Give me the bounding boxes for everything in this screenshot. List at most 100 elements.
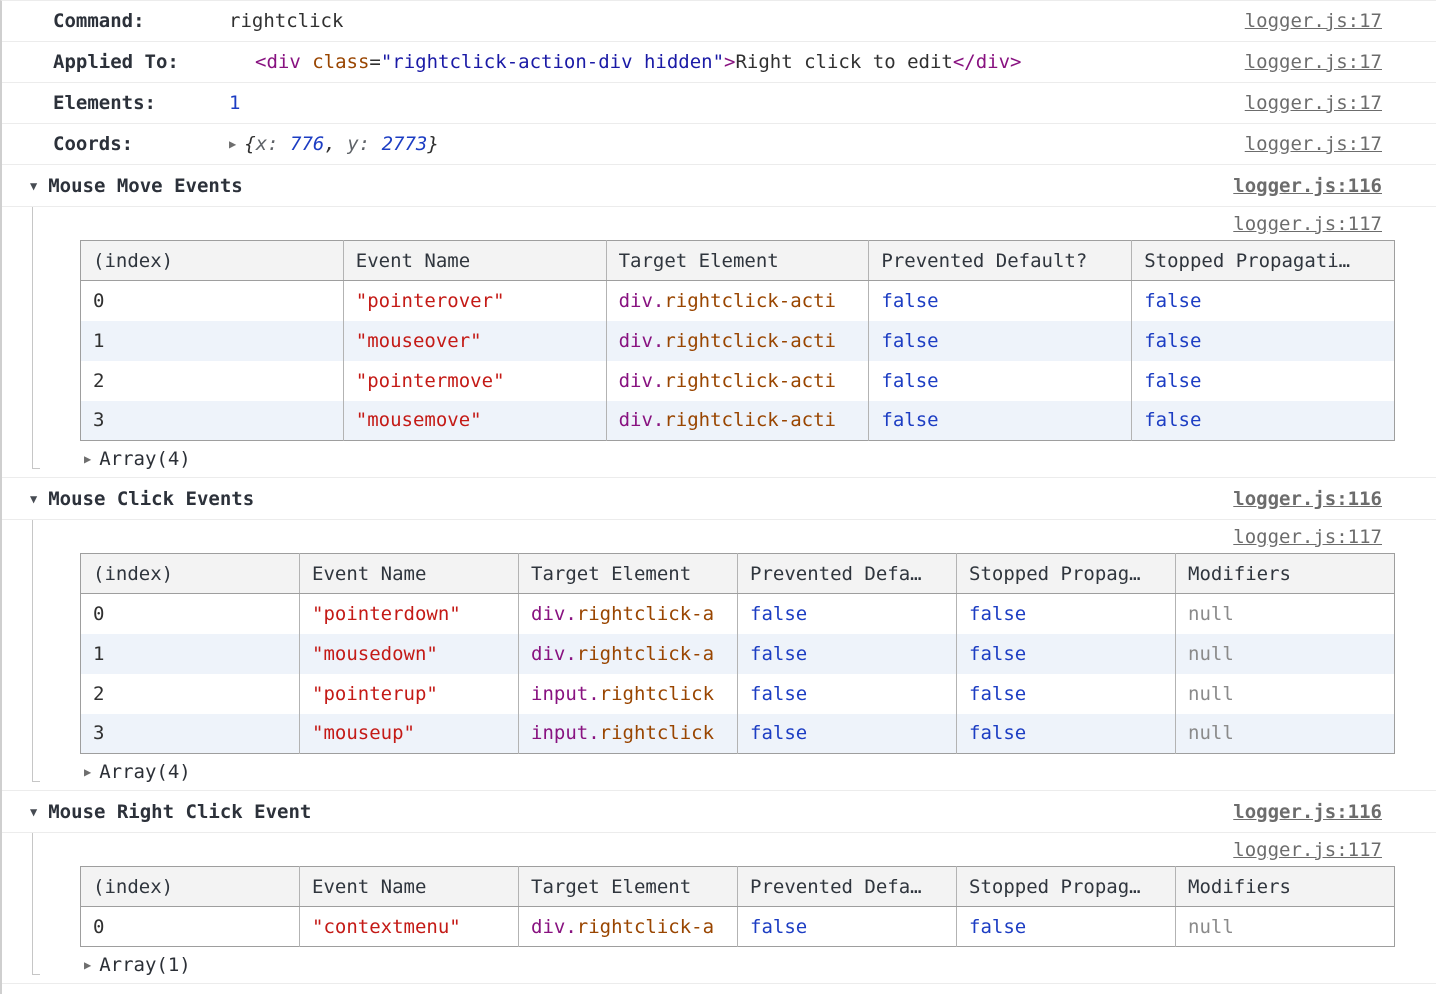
elements-count: 1: [229, 92, 240, 114]
group-body-mouse-move-events: logger.js:117 (index) Event Name Target …: [2, 207, 1436, 478]
cell-index: 1: [81, 634, 300, 674]
table-row: 3 "mouseup" input.rightclick false false…: [81, 714, 1395, 754]
column-header-modifiers[interactable]: Modifiers: [1176, 867, 1395, 907]
command-value: rightclick: [229, 10, 343, 32]
source-link[interactable]: logger.js:117: [1233, 526, 1382, 548]
column-header-prevented-default[interactable]: Prevented Default?: [869, 241, 1132, 281]
cell-stopped-propagation: false: [1132, 361, 1395, 401]
attribute-value: "rightclick-action-div hidden": [381, 51, 724, 73]
source-link[interactable]: logger.js:117: [1233, 839, 1382, 861]
console-entry-applied-to: Applied To: <div class="rightclick-actio…: [2, 42, 1436, 83]
cell-event-name: "mousedown": [300, 634, 519, 674]
array-label: Array(1): [99, 954, 191, 976]
column-header-event-name[interactable]: Event Name: [343, 241, 606, 281]
cell-stopped-propagation: false: [957, 634, 1176, 674]
elements-label: Elements:: [53, 92, 229, 114]
column-header-event-name[interactable]: Event Name: [300, 867, 519, 907]
y-value: 2773: [382, 133, 428, 155]
y-key: y:: [347, 133, 381, 155]
cell-event-name: "pointerdown": [300, 594, 519, 634]
column-header-target-element[interactable]: Target Element: [519, 867, 738, 907]
source-link[interactable]: logger.js:17: [1245, 51, 1382, 73]
cell-target-element: input.rightclick: [519, 674, 738, 714]
equals-sign: =: [369, 51, 380, 73]
group-body-mouse-right-click-event: logger.js:117 (index) Event Name Target …: [2, 833, 1436, 984]
cell-prevented-default: false: [738, 634, 957, 674]
open-tag: <div: [255, 51, 312, 73]
source-link[interactable]: logger.js:17: [1245, 92, 1382, 114]
expand-triangle-icon[interactable]: ▶: [229, 137, 236, 151]
array-summary[interactable]: ▶ Array(4): [2, 441, 1436, 477]
column-header-stopped-propagation[interactable]: Stopped Propag…: [957, 554, 1176, 594]
close-tag: </div>: [953, 51, 1022, 73]
cell-index: 2: [81, 361, 344, 401]
column-header-prevented-default[interactable]: Prevented Defa…: [738, 554, 957, 594]
cell-modifiers: null: [1176, 714, 1395, 754]
table-header-row: (index) Event Name Target Element Preven…: [81, 554, 1395, 594]
expand-triangle-icon[interactable]: ▶: [84, 765, 91, 779]
attribute-name: class: [312, 51, 369, 73]
devtools-console-panel: Command: rightclick logger.js:17 Applied…: [0, 0, 1436, 994]
expand-triangle-icon[interactable]: ▶: [84, 958, 91, 972]
cell-index: 2: [81, 674, 300, 714]
mouse-click-events-table: (index) Event Name Target Element Preven…: [80, 553, 1395, 754]
x-key: x:: [256, 133, 290, 155]
coords-label: Coords:: [53, 133, 229, 155]
group-header-mouse-click-events[interactable]: ▼ Mouse Click Events logger.js:116: [2, 478, 1436, 520]
array-summary[interactable]: ▶ Array(1): [2, 947, 1436, 983]
table-row: 0 "pointerover" div.rightclick-acti fals…: [81, 281, 1395, 321]
column-header-target-element[interactable]: Target Element: [519, 554, 738, 594]
table-row: 0 "contextmenu" div.rightclick-a false f…: [81, 907, 1395, 947]
column-header-prevented-default[interactable]: Prevented Defa…: [738, 867, 957, 907]
table-header-row: (index) Event Name Target Element Preven…: [81, 867, 1395, 907]
cell-index: 3: [81, 714, 300, 754]
collapse-triangle-icon[interactable]: ▼: [30, 179, 37, 193]
array-label: Array(4): [99, 761, 191, 783]
applied-element-preview[interactable]: <div class="rightclick-action-div hidden…: [255, 51, 1021, 73]
cell-prevented-default: false: [869, 321, 1132, 361]
column-header-modifiers[interactable]: Modifiers: [1176, 554, 1395, 594]
source-link[interactable]: logger.js:116: [1233, 801, 1382, 823]
element-inner-text: Right click to edit: [735, 51, 952, 73]
cell-stopped-propagation: false: [1132, 281, 1395, 321]
group-header-mouse-right-click-event[interactable]: ▼ Mouse Right Click Event logger.js:116: [2, 791, 1436, 833]
array-summary[interactable]: ▶ Array(4): [2, 754, 1436, 790]
cell-index: 1: [81, 321, 344, 361]
group-header-mouse-move-events[interactable]: ▼ Mouse Move Events logger.js:116: [2, 165, 1436, 207]
cell-target-element: div.rightclick-a: [519, 634, 738, 674]
expand-triangle-icon[interactable]: ▶: [84, 452, 91, 466]
cell-prevented-default: false: [738, 594, 957, 634]
source-link[interactable]: logger.js:117: [1233, 213, 1382, 235]
cell-prevented-default: false: [738, 674, 957, 714]
collapse-triangle-icon[interactable]: ▼: [30, 805, 37, 819]
x-value: 776: [290, 133, 324, 155]
cell-stopped-propagation: false: [957, 714, 1176, 754]
column-header-stopped-propagation[interactable]: Stopped Propag…: [957, 867, 1176, 907]
column-header-index[interactable]: (index): [81, 241, 344, 281]
mouse-move-events-table: (index) Event Name Target Element Preven…: [80, 240, 1395, 441]
table-source-row: logger.js:117: [2, 833, 1436, 866]
cell-prevented-default: false: [738, 907, 957, 947]
column-header-index[interactable]: (index): [81, 554, 300, 594]
coords-object-preview[interactable]: {x: 776, y: 2773}: [244, 133, 439, 155]
collapse-triangle-icon[interactable]: ▼: [30, 492, 37, 506]
cell-prevented-default: false: [869, 361, 1132, 401]
column-header-event-name[interactable]: Event Name: [300, 554, 519, 594]
source-link[interactable]: logger.js:116: [1233, 175, 1382, 197]
cell-target-element: div.rightclick-acti: [606, 281, 869, 321]
mouse-right-click-event-table: (index) Event Name Target Element Preven…: [80, 866, 1395, 947]
cell-target-element: div.rightclick-a: [519, 907, 738, 947]
column-header-stopped-propagation[interactable]: Stopped Propagati…: [1132, 241, 1395, 281]
cell-event-name: "mouseup": [300, 714, 519, 754]
console-entry-elements: Elements: 1 logger.js:17: [2, 83, 1436, 124]
source-link[interactable]: logger.js:17: [1245, 10, 1382, 32]
brace-close: }: [427, 133, 438, 155]
column-header-index[interactable]: (index): [81, 867, 300, 907]
cell-prevented-default: false: [869, 281, 1132, 321]
cell-event-name: "mousemove": [343, 401, 606, 441]
source-link[interactable]: logger.js:17: [1245, 133, 1382, 155]
column-header-target-element[interactable]: Target Element: [606, 241, 869, 281]
table-source-row: logger.js:117: [2, 207, 1436, 240]
cell-target-element: div.rightclick-acti: [606, 361, 869, 401]
source-link[interactable]: logger.js:116: [1233, 488, 1382, 510]
